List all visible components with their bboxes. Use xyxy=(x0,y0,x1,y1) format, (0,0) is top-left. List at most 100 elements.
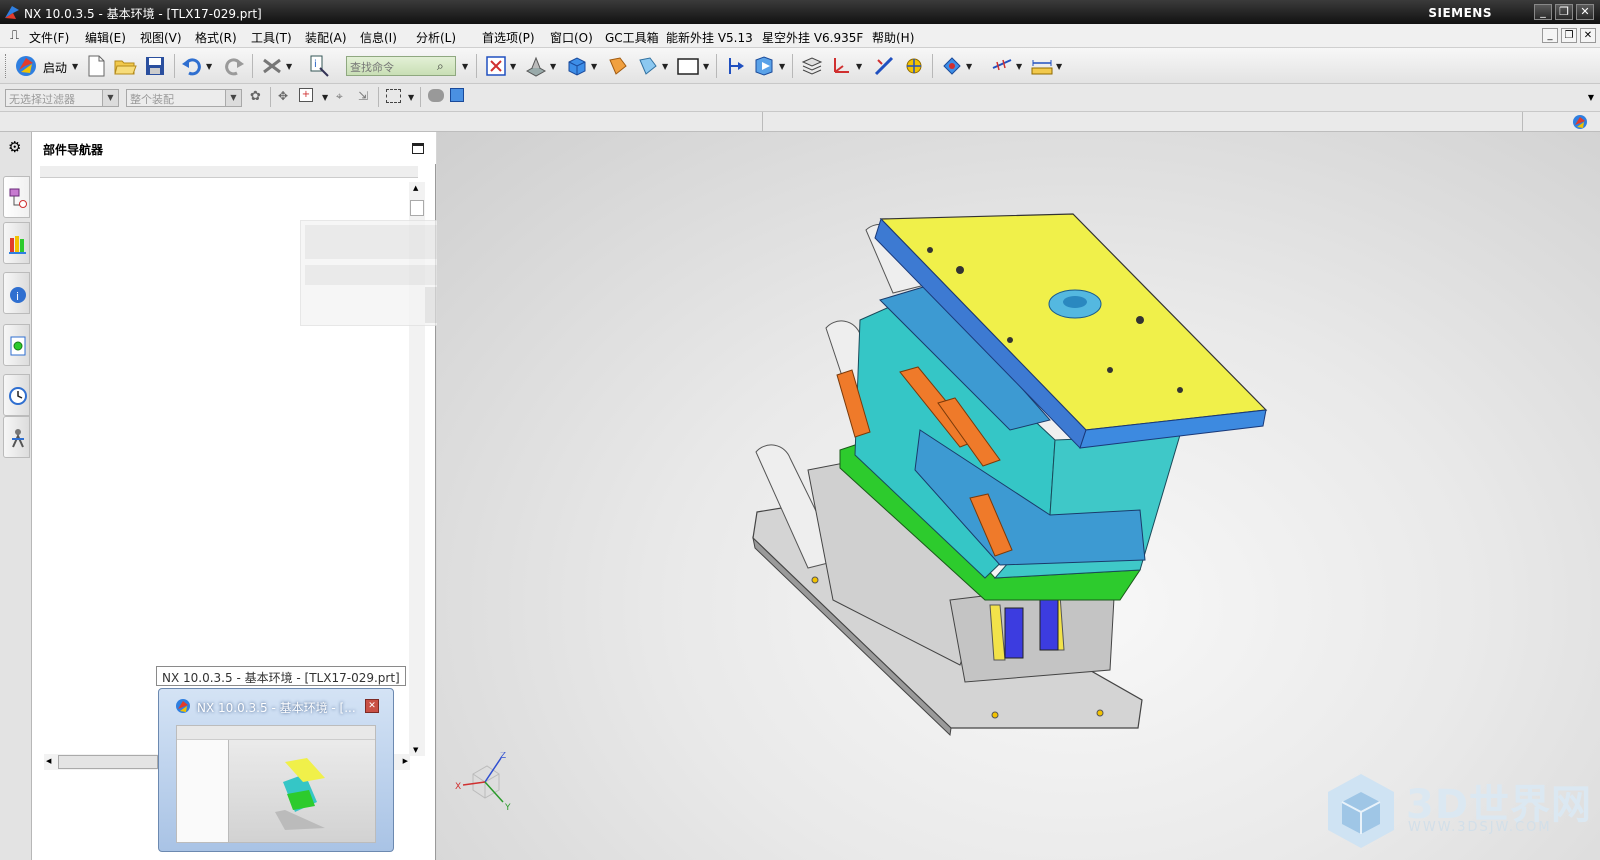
start-label[interactable]: 启动 xyxy=(43,59,67,76)
scroll-thumb[interactable] xyxy=(410,200,424,216)
wcs-dropdown-icon[interactable]: ▼ xyxy=(856,62,862,71)
start-dropdown-icon[interactable]: ▼ xyxy=(72,62,78,71)
rectangle-select-icon[interactable] xyxy=(386,89,401,103)
select-solid-icon[interactable] xyxy=(428,89,444,102)
select-face-icon[interactable]: ⇲ xyxy=(358,89,368,103)
close-icon[interactable]: ✕ xyxy=(1576,4,1594,20)
select-dropdown-icon[interactable]: ▼ xyxy=(322,93,328,102)
layer-settings-icon[interactable] xyxy=(800,54,824,78)
mold-assembly-model[interactable] xyxy=(437,132,1600,860)
resource-bar-settings-icon[interactable]: ⚙ xyxy=(8,138,21,156)
orient-view-icon[interactable] xyxy=(524,54,548,78)
section-view-icon[interactable] xyxy=(636,54,660,78)
chevron-down-icon: ▼ xyxy=(225,90,241,106)
search-icon[interactable]: ⌕ xyxy=(437,59,444,74)
doc-restore-icon[interactable]: ❐ xyxy=(1561,28,1577,43)
undo-icon[interactable] xyxy=(180,54,204,78)
scroll-right-icon[interactable]: ▶ xyxy=(403,757,408,765)
menu-information[interactable]: 信息(I) xyxy=(360,29,397,46)
minimize-icon[interactable]: _ xyxy=(1534,4,1552,20)
system-materials-tab[interactable] xyxy=(3,416,30,458)
menu-window[interactable]: 窗口(O) xyxy=(550,29,593,46)
view-triad[interactable]: Z X Y xyxy=(455,752,525,822)
open-folder-icon[interactable] xyxy=(113,54,137,78)
filter-reset-icon[interactable]: ✿ xyxy=(250,89,261,104)
fit-view-icon[interactable] xyxy=(484,54,508,78)
menu-file[interactable]: 文件(F) xyxy=(29,29,69,46)
hd3d-tools-tab[interactable]: i xyxy=(3,272,30,314)
save-icon[interactable] xyxy=(143,54,167,78)
render-style-icon[interactable] xyxy=(565,54,589,78)
start-icon[interactable] xyxy=(14,54,38,78)
toolbar-overflow-icon[interactable]: ▼ xyxy=(1588,93,1594,102)
undo-dropdown-icon[interactable]: ▼ xyxy=(206,62,212,71)
menu-analysis[interactable]: 分析(L) xyxy=(416,29,456,46)
nx-logo-icon xyxy=(5,6,19,19)
scroll-left-icon[interactable]: ◀ xyxy=(46,757,51,765)
section-dropdown-icon[interactable]: ▼ xyxy=(662,62,668,71)
cut-icon[interactable] xyxy=(260,54,284,78)
select-all-icon[interactable]: + xyxy=(299,88,313,102)
menu-edit[interactable]: 编辑(E) xyxy=(85,29,126,46)
menu-gc-toolbox[interactable]: GC工具箱 xyxy=(605,29,659,46)
dimension-icon[interactable] xyxy=(1030,54,1054,78)
select-feature-icon[interactable]: ✥ xyxy=(278,89,288,103)
edit-dropdown-icon[interactable]: ▼ xyxy=(286,62,292,71)
menu-tools[interactable]: 工具(T) xyxy=(251,29,292,46)
navigator-column-header[interactable] xyxy=(40,166,418,178)
edge-style-icon[interactable] xyxy=(606,54,630,78)
close-icon[interactable]: ✕ xyxy=(365,699,379,713)
part-navigator-tab[interactable] xyxy=(3,176,30,218)
wcs-icon[interactable] xyxy=(829,54,853,78)
menu-view[interactable]: 视图(V) xyxy=(140,29,182,46)
datum-axis-icon[interactable] xyxy=(990,54,1014,78)
status-bar xyxy=(0,112,1600,132)
datum-dropdown-icon[interactable]: ▼ xyxy=(1016,62,1022,71)
scroll-down-icon[interactable]: ▼ xyxy=(413,746,418,754)
menu-assembly[interactable]: 装配(A) xyxy=(305,29,347,46)
redo-icon[interactable] xyxy=(222,54,246,78)
doc-close-icon[interactable]: ✕ xyxy=(1580,28,1596,43)
menu-nengxin-plugin[interactable]: 能新外挂 V5.13 xyxy=(666,29,753,46)
reuse-library-tab[interactable] xyxy=(3,222,30,264)
web-browser-tab[interactable] xyxy=(3,324,30,366)
taskbar-preview[interactable]: NX 10.0.3.5 - 基本环境 - [... ✕ xyxy=(158,688,394,852)
snap-point-icon[interactable] xyxy=(940,54,964,78)
status-divider xyxy=(1522,112,1523,132)
doc-minimize-icon[interactable]: _ xyxy=(1542,28,1558,43)
history-tab[interactable] xyxy=(3,374,30,416)
new-file-icon[interactable] xyxy=(84,54,108,78)
orient-dropdown-icon[interactable]: ▼ xyxy=(550,62,556,71)
toolbar-separator xyxy=(716,54,717,78)
menu-format[interactable]: 格式(R) xyxy=(195,29,237,46)
toolbar-separator xyxy=(792,54,793,78)
view-dropdown-icon[interactable]: ▼ xyxy=(510,62,516,71)
menu-preferences[interactable]: 首选项(P) xyxy=(482,29,535,46)
scroll-thumb[interactable] xyxy=(58,755,158,769)
rectangle-dropdown-icon[interactable]: ▼ xyxy=(408,93,414,102)
graphics-window[interactable] xyxy=(437,132,1600,860)
search-dropdown-icon[interactable]: ▼ xyxy=(462,62,468,71)
snap-dropdown-icon[interactable]: ▼ xyxy=(966,62,972,71)
restore-icon[interactable]: ❐ xyxy=(1555,4,1573,20)
move-component-icon[interactable] xyxy=(752,54,776,78)
select-body-icon[interactable] xyxy=(450,88,464,102)
svg-text:i: i xyxy=(314,59,317,70)
menu-help[interactable]: 帮助(H) xyxy=(872,29,914,46)
render-dropdown-icon[interactable]: ▼ xyxy=(591,62,597,71)
selection-scope-select[interactable]: 整个装配 ▼ xyxy=(126,89,242,107)
dimension-dropdown-icon[interactable]: ▼ xyxy=(1056,62,1062,71)
menu-xingkong-plugin[interactable]: 星空外挂 V6.935F xyxy=(762,29,863,46)
background-dropdown-icon[interactable]: ▼ xyxy=(703,62,709,71)
measure-distance-icon[interactable] xyxy=(872,54,896,78)
assembly-dropdown-icon[interactable]: ▼ xyxy=(779,62,785,71)
nx-status-icon[interactable] xyxy=(1572,114,1588,130)
analysis-icon[interactable] xyxy=(902,54,926,78)
command-finder-icon[interactable]: i xyxy=(308,54,332,78)
background-icon[interactable] xyxy=(676,54,700,78)
select-curve-icon[interactable]: ⌖ xyxy=(336,89,343,104)
maximize-icon[interactable] xyxy=(412,143,424,154)
scroll-up-icon[interactable]: ▲ xyxy=(413,184,418,192)
type-filter-select[interactable]: 无选择过滤器 ▼ xyxy=(5,89,119,107)
assembly-constraint-icon[interactable] xyxy=(724,54,748,78)
